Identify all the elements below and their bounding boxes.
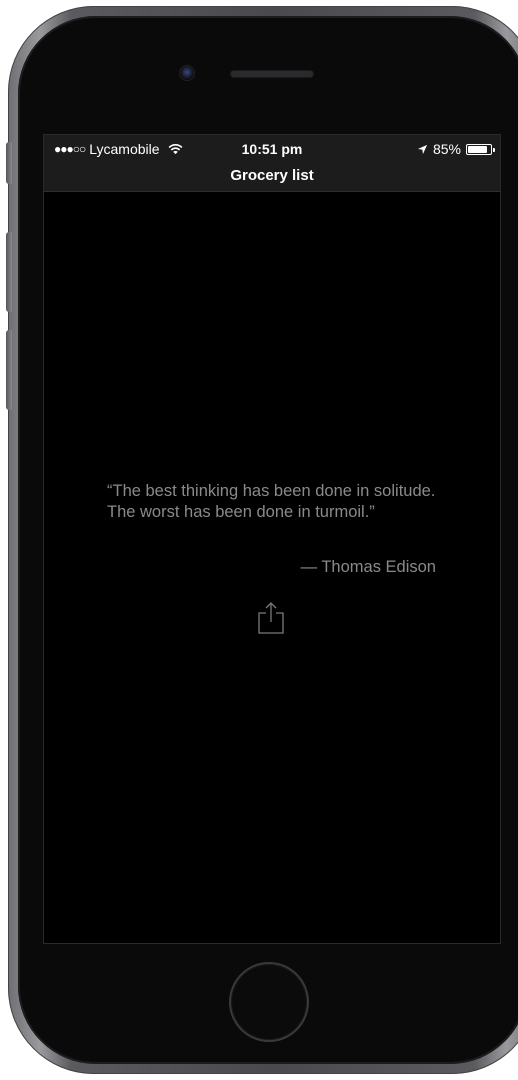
- volume-up-button: [6, 232, 12, 312]
- home-button[interactable]: [231, 964, 307, 1040]
- share-button[interactable]: [257, 601, 285, 635]
- location-arrow-icon: [417, 144, 428, 154]
- mute-switch: [6, 142, 12, 184]
- front-camera: [180, 66, 194, 80]
- phone-screen: ●●●○○ Lycamobile 10:51 pm 85% Grocery li…: [43, 134, 501, 944]
- status-bar: ●●●○○ Lycamobile 10:51 pm 85%: [44, 135, 500, 163]
- battery-percent: 85%: [432, 141, 461, 157]
- battery-fill: [468, 145, 487, 153]
- battery-tip: [493, 147, 495, 152]
- volume-down-button: [6, 330, 12, 410]
- status-right: 85%: [417, 141, 495, 157]
- navigation-bar: ●●●○○ Lycamobile 10:51 pm 85% Grocery li…: [44, 135, 500, 192]
- quote-author: — Thomas Edison: [300, 558, 436, 576]
- share-icon: [258, 602, 284, 634]
- page-title: Grocery list: [230, 167, 314, 184]
- battery-icon: [466, 143, 495, 155]
- quote-text: “The best thinking has been done in soli…: [107, 482, 436, 521]
- earpiece-speaker: [230, 70, 314, 78]
